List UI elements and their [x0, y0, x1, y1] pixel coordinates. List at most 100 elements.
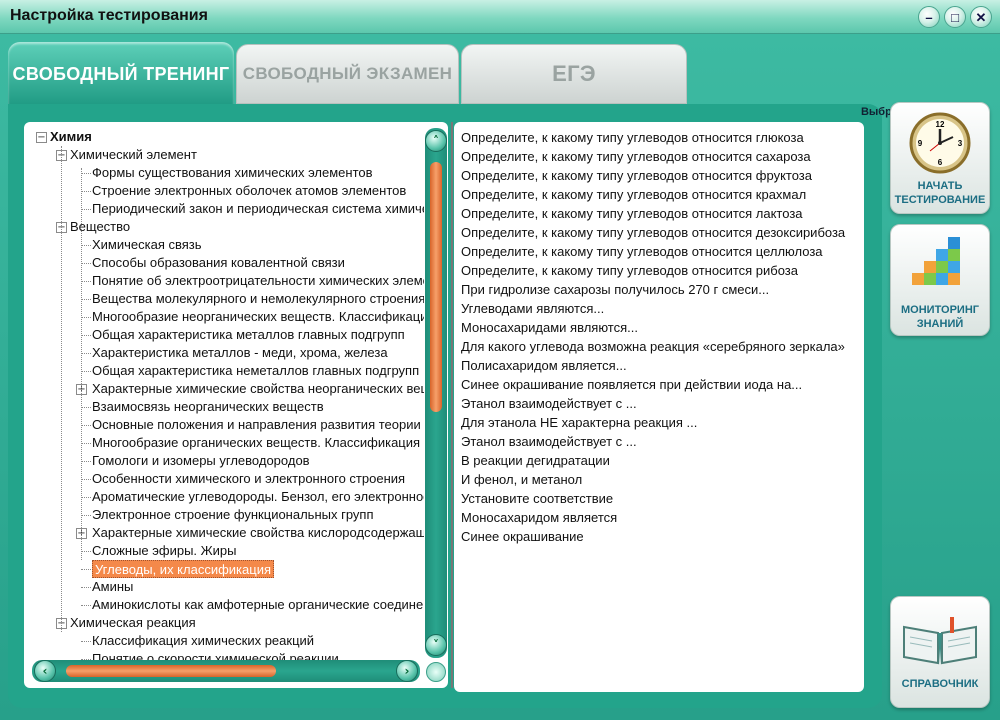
tree-node[interactable]: Характеристика металлов - меди, хрома, ж… — [92, 344, 388, 362]
task-item[interactable]: Определите, к какому типу углеводов отно… — [461, 223, 859, 242]
task-item[interactable]: Синее окрашивание — [461, 527, 859, 546]
task-item[interactable]: Определите, к какому типу углеводов отно… — [461, 128, 859, 147]
tree-node[interactable]: Химическая реакция — [70, 614, 196, 632]
tree-node[interactable]: Классификация химических реакций — [92, 632, 314, 650]
tree-node[interactable]: Общая характеристика неметаллов главных … — [92, 362, 419, 380]
tab-free-exam[interactable]: СВОБОДНЫЙ ЭКЗАМЕН — [236, 44, 459, 104]
task-item[interactable]: Для этанола НЕ характерна реакция ... — [461, 413, 859, 432]
monitor-label-2: ЗНАНИЙ — [916, 318, 964, 330]
task-item[interactable]: Этанол взаимодействует с ... — [461, 394, 859, 413]
tree-vertical-thumb[interactable] — [430, 162, 442, 412]
task-item[interactable]: Определите, к какому типу углеводов отно… — [461, 242, 859, 261]
tree-connector — [81, 173, 91, 174]
tree-connector — [81, 479, 91, 480]
task-item[interactable]: Определите, к какому типу углеводов отно… — [461, 261, 859, 280]
scroll-right-icon[interactable]: › — [396, 660, 418, 682]
tree-guide — [81, 168, 82, 560]
tree-node[interactable]: Периодический закон и периодическая сист… — [92, 200, 424, 218]
start-label-2: ТЕСТИРОВАНИЕ — [894, 194, 986, 206]
reference-button[interactable]: СПРАВОЧНИК — [890, 596, 990, 708]
tree-node[interactable]: Понятие об электроотрицательности химиче… — [92, 272, 424, 290]
window-title: Настройка тестирования — [10, 7, 208, 24]
task-item[interactable]: Моносахаридами являются... — [461, 318, 859, 337]
tree-guide — [61, 146, 62, 632]
tree-node[interactable]: Многообразие органических веществ. Класс… — [92, 434, 420, 452]
maximize-button[interactable]: □ — [944, 6, 966, 28]
task-item[interactable]: Для какого углевода возможна реакция «се… — [461, 337, 859, 356]
tree-node[interactable]: Химический элемент — [70, 146, 197, 164]
knowledge-monitoring-button[interactable]: МОНИТОРИНГ ЗНАНИЙ — [890, 224, 990, 336]
task-item[interactable]: Установите соответствие — [461, 489, 859, 508]
task-item[interactable]: Определите, к какому типу углеводов отно… — [461, 147, 859, 166]
task-list-panel: Определите, к какому типу углеводов отно… — [454, 122, 864, 692]
tree-connector — [81, 371, 91, 372]
tree-node[interactable]: Химическая связь — [92, 236, 202, 254]
tree-node-selected[interactable]: Углеводы, их классификация — [92, 560, 274, 578]
task-item[interactable]: Этанол взаимодействует с ... — [461, 432, 859, 451]
start-label-1: НАЧАТЬ — [917, 180, 963, 192]
task-item[interactable]: И фенол, и метанол — [461, 470, 859, 489]
tree-connector — [81, 569, 91, 570]
tree-node[interactable]: Способы образования ковалентной связи — [92, 254, 345, 272]
tree-connector — [81, 281, 91, 282]
task-item[interactable]: Углеводами являются... — [461, 299, 859, 318]
clock-icon: 12 3 6 9 — [909, 112, 971, 174]
tree-node[interactable]: Характерные химические свойства кислород… — [92, 524, 424, 542]
svg-text:6: 6 — [938, 158, 943, 167]
tab-ege[interactable]: ЕГЭ — [461, 44, 687, 104]
tree-node[interactable]: Формы существования химических элементов — [92, 164, 373, 182]
tree-node[interactable]: Взаимосвязь неорганических веществ — [92, 398, 324, 416]
task-item[interactable]: Определите, к какому типу углеводов отно… — [461, 166, 859, 185]
task-item[interactable]: При гидролизе сахарозы получилось 270 г … — [461, 280, 859, 299]
tree-horizontal-thumb[interactable] — [66, 665, 276, 677]
task-item[interactable]: Моносахаридом является — [461, 508, 859, 527]
tree-expander-icon[interactable]: − — [36, 132, 47, 143]
task-item[interactable]: Определите, к какому типу углеводов отно… — [461, 185, 859, 204]
tree-connector — [81, 641, 91, 642]
task-item[interactable]: В реакции дегидратации — [461, 451, 859, 470]
start-testing-button[interactable]: 12 3 6 9 НАЧАТЬ ТЕСТИРОВАНИЕ — [890, 102, 990, 214]
tree-connector — [81, 587, 91, 588]
tree-node[interactable]: Электронное строение функциональных груп… — [92, 506, 374, 524]
tree-node[interactable]: Строение электронных оболочек атомов эле… — [92, 182, 406, 200]
tree-connector — [81, 335, 91, 336]
task-item[interactable]: Полисахаридом является... — [461, 356, 859, 375]
scroll-down-icon[interactable]: ˅ — [425, 634, 447, 656]
close-button[interactable]: ✕ — [970, 6, 992, 28]
tree-node[interactable]: Основные положения и направления развити… — [92, 416, 421, 434]
tree-node[interactable]: Характерные химические свойства неоргани… — [92, 380, 424, 398]
tree-node[interactable]: Вещество — [70, 218, 130, 236]
title-bar: Настройка тестирования – □ ✕ — [0, 0, 1000, 34]
svg-text:3: 3 — [958, 139, 963, 148]
tree-node[interactable]: Понятие о скорости химической реакции — [92, 650, 339, 660]
task-item[interactable]: Определите, к какому типу углеводов отно… — [461, 204, 859, 223]
splitter[interactable] — [451, 122, 453, 688]
help-label: СПРАВОЧНИК — [901, 678, 979, 690]
tree-node[interactable]: Общая характеристика металлов главных по… — [92, 326, 405, 344]
tree-node[interactable]: Особенности химического и электронного с… — [92, 470, 405, 488]
tree-connector — [81, 353, 91, 354]
tree-node[interactable]: Аминокислоты как амфотерные органические… — [92, 596, 424, 614]
tree-connector — [81, 263, 91, 264]
tree-connector — [81, 515, 91, 516]
tree-node[interactable]: Гомологи и изомеры углеводородов — [92, 452, 310, 470]
tree-node[interactable]: Химия — [50, 128, 92, 146]
tree-node[interactable]: Многообразие неорганических веществ. Кла… — [92, 308, 424, 326]
bar-blocks-icon — [912, 237, 960, 285]
tree-vertical-scrollbar[interactable]: ˄ ˅ — [425, 128, 447, 658]
tree-node[interactable]: Амины — [92, 578, 133, 596]
minimize-button[interactable]: – — [918, 6, 940, 28]
tree-connector — [81, 191, 91, 192]
scroll-up-icon[interactable]: ˄ — [425, 130, 447, 152]
tab-free-training[interactable]: СВОБОДНЫЙ ТРЕНИНГ — [8, 42, 234, 106]
tree-node[interactable]: Сложные эфиры. Жиры — [92, 542, 237, 560]
tree-horizontal-scrollbar[interactable]: ‹ › — [32, 660, 420, 682]
tree-node[interactable]: Вещества молекулярного и немолекулярного… — [92, 290, 424, 308]
task-list: Определите, к какому типу углеводов отно… — [461, 128, 859, 546]
tree-connector — [81, 425, 91, 426]
task-item[interactable]: Синее окрашивание появляется при действи… — [461, 375, 859, 394]
tree-node[interactable]: Ароматические углеводороды. Бензол, его … — [92, 488, 424, 506]
tree-connector — [81, 461, 91, 462]
scroll-left-icon[interactable]: ‹ — [34, 660, 56, 682]
svg-text:9: 9 — [918, 139, 923, 148]
